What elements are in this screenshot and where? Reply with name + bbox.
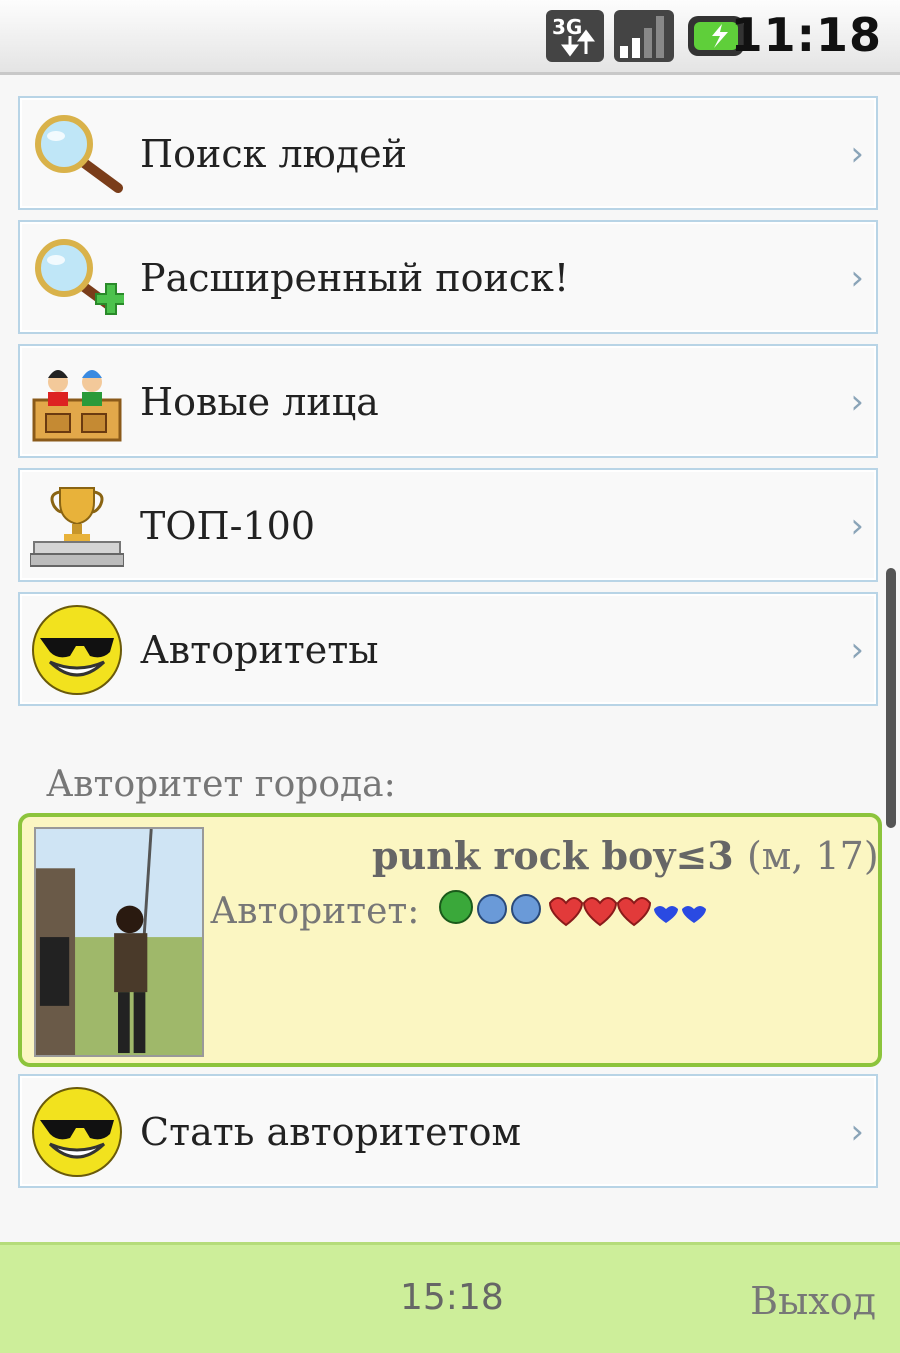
footer-bar: 15:18 Выход xyxy=(0,1242,900,1353)
svg-text:3G: 3G xyxy=(552,15,582,39)
menu-item-label: ТОП-100 xyxy=(140,504,316,548)
user-photo xyxy=(34,827,204,1057)
rating-badges xyxy=(439,890,706,927)
sapphire-badge-icon xyxy=(511,894,541,924)
new-faces-icon xyxy=(32,370,122,442)
chevron-right-icon: › xyxy=(850,1112,864,1152)
sunglasses-smiley-icon xyxy=(32,1087,122,1177)
chevron-right-icon: › xyxy=(850,258,864,298)
sunglasses-smiley-icon xyxy=(32,605,122,695)
menu-item-label: Стать авторитетом xyxy=(140,1110,522,1154)
user-meta: (м, 17) xyxy=(746,834,879,878)
chevron-right-icon: › xyxy=(850,630,864,670)
chevron-right-icon: › xyxy=(850,134,864,174)
menu-item-label: Поиск людей xyxy=(140,132,407,176)
city-authority-card[interactable]: punk rock boy≤3 (м, 17) Авторитет: xyxy=(18,813,882,1067)
user-name[interactable]: punk rock boy≤3 xyxy=(372,833,734,878)
menu-item-search-people[interactable]: Поиск людей › xyxy=(18,96,878,210)
emerald-badge-icon xyxy=(439,890,473,924)
chevron-right-icon: › xyxy=(850,382,864,422)
status-bar: 3G 11:18 xyxy=(0,0,900,75)
menu-item-advanced-search[interactable]: Расширенный поиск! › xyxy=(18,220,878,334)
rating-label: Авторитет: xyxy=(210,891,420,932)
user-name-line[interactable]: punk rock boy≤3 (м, 17) xyxy=(372,833,879,878)
menu-item-label: Новые лица xyxy=(140,380,379,424)
small-heart-badge-icon xyxy=(654,906,678,923)
signal-strength-icon xyxy=(614,10,674,62)
heart-badge-icon xyxy=(616,897,652,927)
heart-badge-icon xyxy=(582,897,618,927)
clock: 11:18 xyxy=(730,8,882,62)
menu-item-label: Авторитеты xyxy=(140,628,379,672)
exit-button[interactable]: Выход xyxy=(750,1279,876,1323)
small-heart-badge-icon xyxy=(682,906,706,923)
footer-time: 15:18 xyxy=(400,1277,504,1318)
trophy-icon xyxy=(30,487,124,567)
network-3g-icon: 3G xyxy=(546,10,604,62)
menu-item-top-100[interactable]: ТОП-100 › xyxy=(18,468,878,582)
heart-badge-icon xyxy=(548,897,584,927)
menu-item-become-authority[interactable]: Стать авторитетом › xyxy=(18,1074,878,1188)
scrollbar[interactable] xyxy=(886,568,896,828)
magnifier-plus-icon xyxy=(35,239,124,315)
magnifier-icon xyxy=(35,115,123,193)
chevron-right-icon: › xyxy=(850,506,864,546)
sapphire-badge-icon xyxy=(477,894,507,924)
menu-item-authorities[interactable]: Авторитеты › xyxy=(18,592,878,706)
menu-item-new-faces[interactable]: Новые лица › xyxy=(18,344,878,458)
menu-item-label: Расширенный поиск! xyxy=(140,256,570,300)
city-authority-title: Авторитет города: xyxy=(46,764,396,805)
